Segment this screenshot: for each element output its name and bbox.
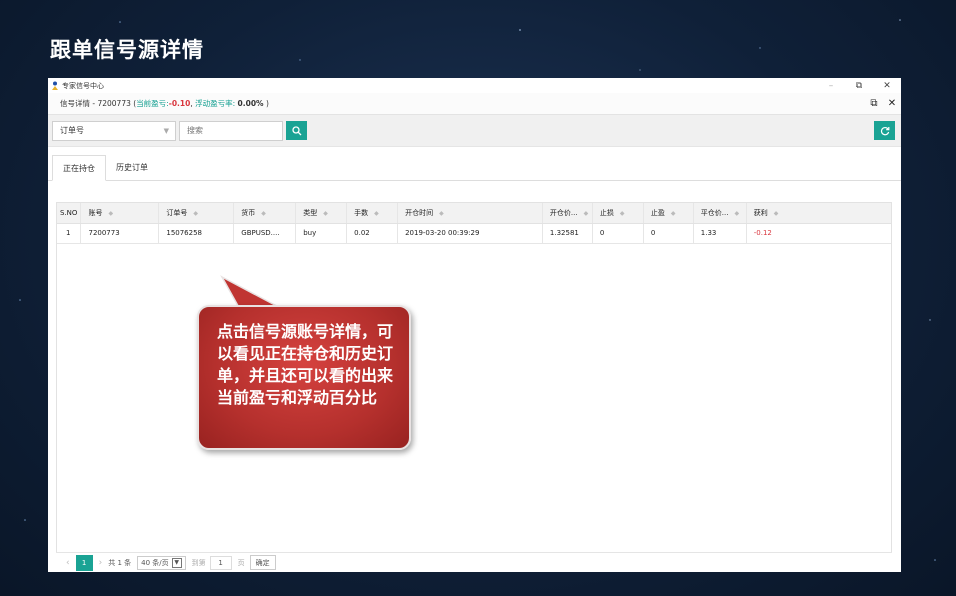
cell-sno: 1 xyxy=(57,223,82,244)
popout-icon[interactable]: ⧉ xyxy=(865,98,883,109)
col-sno: S.NO xyxy=(57,203,82,224)
chevron-down-icon: ▼ xyxy=(171,557,182,568)
page-unit-label: 页 xyxy=(237,558,245,567)
detail-suffix: ) xyxy=(265,99,269,108)
restore-button[interactable]: ⧉ xyxy=(845,81,873,91)
sort-icon: ◆ xyxy=(323,209,328,217)
sort-icon: ◆ xyxy=(261,209,266,217)
search-icon xyxy=(291,125,301,135)
pnl-value: -0.10 xyxy=(168,99,191,108)
sort-icon: ◆ xyxy=(583,209,589,217)
tab-open-positions[interactable]: 正在持仓 xyxy=(52,155,106,181)
page-size-value: 40 条/页 xyxy=(141,558,169,567)
col-close-price[interactable]: 平仓价... ◆ xyxy=(693,203,747,224)
tab-bar: 正在持仓 历史订单 xyxy=(48,147,901,181)
table-row[interactable]: 1 7200773 15076258 GBPUSD.... buy 0.02 2… xyxy=(57,223,891,244)
total-count: 共 1 条 xyxy=(108,558,132,567)
field-select[interactable]: 订单号 ▼ xyxy=(52,120,176,141)
col-type[interactable]: 类型 ◆ xyxy=(295,203,348,224)
col-account[interactable]: 账号 ◆ xyxy=(80,203,160,224)
cell-account: 7200773 xyxy=(80,223,160,244)
cell-currency: GBPUSD.... xyxy=(233,223,297,244)
cell-close-price: 1.33 xyxy=(693,223,747,244)
pnl-label: 当前盈亏: xyxy=(136,99,169,108)
sort-icon: ◆ xyxy=(439,209,444,217)
float-value: 0.00% xyxy=(237,99,264,108)
app-logo-icon xyxy=(52,81,58,90)
sort-icon: ◆ xyxy=(193,209,198,217)
sort-icon: ◆ xyxy=(734,209,740,217)
minimize-button[interactable]: – xyxy=(817,81,845,91)
cell-open-price: 1.32581 xyxy=(542,223,593,244)
window-titlebar: 专家信号中心 – ⧉ ✕ xyxy=(48,78,901,93)
col-open-price[interactable]: 开仓价... ◆ xyxy=(542,203,593,224)
sort-icon: ◆ xyxy=(670,209,676,217)
search-button[interactable] xyxy=(286,121,307,140)
cell-lots: 0.02 xyxy=(346,223,399,244)
callout-text: 点击信号源账号详情，可以看见正在持仓和历史订单，并且还可以看的出来当前盈亏和浮动… xyxy=(217,322,394,407)
tab-history-orders[interactable]: 历史订单 xyxy=(106,154,158,180)
detail-header: 信号详情 - 7200773 ( 当前盈亏: -0.10, 浮动盈亏率: 0.0… xyxy=(48,93,901,115)
cell-order-id: 15076258 xyxy=(158,223,235,244)
table-header-row: S.NO 账号 ◆ 订单号 ◆ 货币 ◆ 类型 ◆ 手数 ◆ 开仓时间 ◆ 开仓价... ◆ … xyxy=(57,203,891,224)
col-lots[interactable]: 手数 ◆ xyxy=(346,203,399,224)
cell-take-profit: 0 xyxy=(643,223,694,244)
prev-page-icon[interactable]: ‹ xyxy=(66,558,70,568)
slide-title: 跟单信号源详情 xyxy=(50,38,204,62)
sort-icon: ◆ xyxy=(374,209,379,217)
page-size-select[interactable]: 40 条/页 ▼ xyxy=(137,555,186,570)
goto-label: 到第 xyxy=(191,558,206,567)
filter-toolbar: 订单号 ▼ xyxy=(48,115,901,147)
float-label: 浮动盈亏率: xyxy=(195,99,236,108)
close-button[interactable]: ✕ xyxy=(873,81,901,91)
orders-table: S.NO 账号 ◆ 订单号 ◆ 货币 ◆ 类型 ◆ 手数 ◆ 开仓时间 ◆ 开仓价... ◆ … xyxy=(57,203,891,244)
cell-open-time: 2019-03-20 00:39:29 xyxy=(397,223,543,244)
col-currency[interactable]: 货币 ◆ xyxy=(233,203,297,224)
cell-stop-loss: 0 xyxy=(592,223,644,244)
col-profit[interactable]: 获利 ◆ xyxy=(746,203,891,224)
sort-icon: ◆ xyxy=(773,209,779,217)
app-window: 专家信号中心 – ⧉ ✕ 信号详情 - 7200773 ( 当前盈亏: -0.1… xyxy=(48,78,901,572)
detail-close-icon[interactable]: ✕ xyxy=(883,98,901,109)
chevron-down-icon: ▼ xyxy=(163,126,169,135)
sort-icon: ◆ xyxy=(108,209,114,217)
page-number-current[interactable]: 1 xyxy=(75,554,93,571)
goto-confirm-button[interactable]: 确定 xyxy=(249,555,276,570)
goto-page-input[interactable]: 1 xyxy=(209,555,232,570)
col-stop-loss[interactable]: 止损 ◆ xyxy=(592,203,644,224)
detail-prefix: 信号详情 - 7200773 ( xyxy=(60,99,137,108)
search-input[interactable] xyxy=(179,120,283,141)
window-title: 专家信号中心 xyxy=(62,81,104,90)
col-open-time[interactable]: 开仓时间 ◆ xyxy=(397,203,543,224)
cell-type: buy xyxy=(295,223,348,244)
pagination: ‹ 1 › 共 1 条 40 条/页 ▼ 到第 1 页 确定 xyxy=(56,552,892,572)
field-select-value: 订单号 xyxy=(60,126,84,135)
col-take-profit[interactable]: 止盈 ◆ xyxy=(643,203,694,224)
next-page-icon[interactable]: › xyxy=(99,558,103,568)
col-order-id[interactable]: 订单号 ◆ xyxy=(158,203,235,224)
cell-profit: -0.12 xyxy=(746,223,891,244)
annotation-callout: 点击信号源账号详情，可以看见正在持仓和历史订单，并且还可以看的出来当前盈亏和浮动… xyxy=(197,305,411,450)
refresh-button[interactable] xyxy=(874,121,895,140)
orders-table-container: S.NO 账号 ◆ 订单号 ◆ 货币 ◆ 类型 ◆ 手数 ◆ 开仓时间 ◆ 开仓价... ◆ … xyxy=(56,202,892,572)
sort-icon: ◆ xyxy=(619,209,625,217)
refresh-icon xyxy=(880,126,889,135)
